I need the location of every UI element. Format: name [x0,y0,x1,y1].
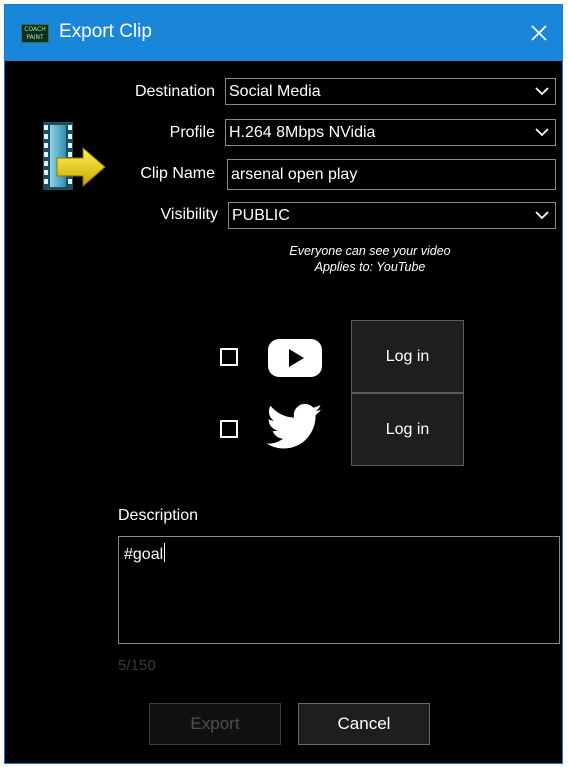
export-button[interactable]: Export [149,703,281,745]
visibility-select[interactable]: PUBLIC [228,202,556,229]
youtube-icon [268,339,322,377]
youtube-checkbox[interactable] [220,348,238,366]
description-textarea[interactable]: #goal [118,536,560,644]
close-icon [531,25,547,41]
visibility-hint-line-2: Applies to: YouTube [314,260,426,274]
twitter-login-button[interactable]: Log in [351,393,464,466]
clip-name-label: Clip Name [140,165,215,182]
profile-label: Profile [169,124,215,141]
close-button[interactable] [516,5,562,61]
chevron-down-icon [535,211,549,220]
export-clip-dialog: COACH PAINT Export Clip Destination Soci… [4,4,563,764]
twitter-checkbox[interactable] [220,420,238,438]
character-counter: 5/150 [118,657,156,674]
visibility-label: Visibility [160,206,219,223]
window-title: Export Clip [59,21,152,42]
visibility-value: PUBLIC [232,207,290,224]
text-caret [164,543,166,562]
profile-value: H.264 8Mbps NVidia [229,124,376,141]
chevron-down-icon [535,87,549,96]
chevron-down-icon [535,128,549,137]
description-label: Description [118,507,199,524]
youtube-login-button[interactable]: Log in [351,320,464,393]
logo-line-1: COACH [24,26,46,33]
destination-select[interactable]: Social Media [225,78,556,105]
destination-value: Social Media [229,83,321,100]
profile-select[interactable]: H.264 8Mbps NVidia [225,119,556,146]
visibility-hint-line-1: Everyone can see your video [289,244,451,258]
clip-name-input[interactable] [227,159,556,190]
coach-paint-logo: COACH PAINT [21,24,49,43]
description-text: #goal [124,546,164,563]
title-bar[interactable]: COACH PAINT Export Clip [5,5,562,61]
cancel-button[interactable]: Cancel [298,703,430,745]
twitter-icon [267,403,323,449]
destination-label: Destination [134,83,215,100]
logo-line-2: PAINT [26,34,44,41]
